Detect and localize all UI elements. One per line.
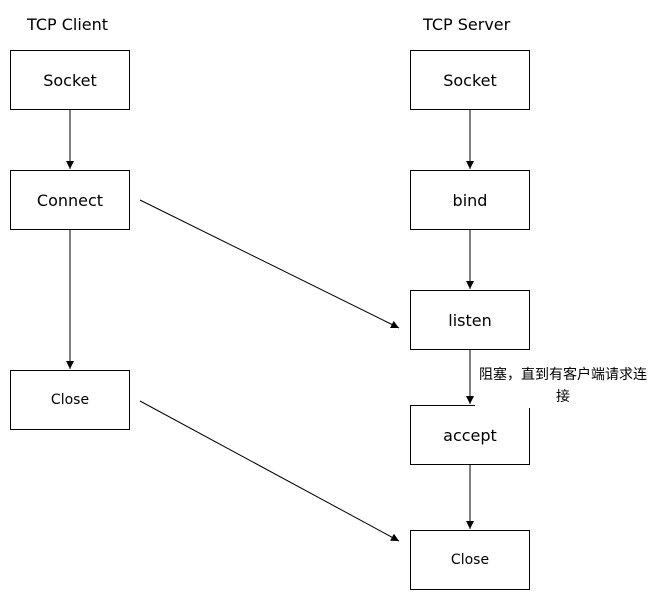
blocking-annotation: 阻塞，直到有客户端请求连接 xyxy=(475,364,651,408)
client-socket-node: Socket xyxy=(10,50,130,110)
server-close-node: Close xyxy=(410,530,530,590)
client-close-node: Close xyxy=(10,370,130,430)
edge-close-to-close xyxy=(139,400,400,542)
client-connect-node: Connect xyxy=(10,170,130,230)
server-column-title: TCP Server xyxy=(423,15,511,34)
server-accept-node: accept xyxy=(410,405,530,465)
server-bind-node: bind xyxy=(410,170,530,230)
edge-connect-to-listen xyxy=(139,199,400,329)
server-socket-node: Socket xyxy=(410,50,530,110)
server-listen-node: listen xyxy=(410,290,530,350)
client-column-title: TCP Client xyxy=(27,15,109,34)
